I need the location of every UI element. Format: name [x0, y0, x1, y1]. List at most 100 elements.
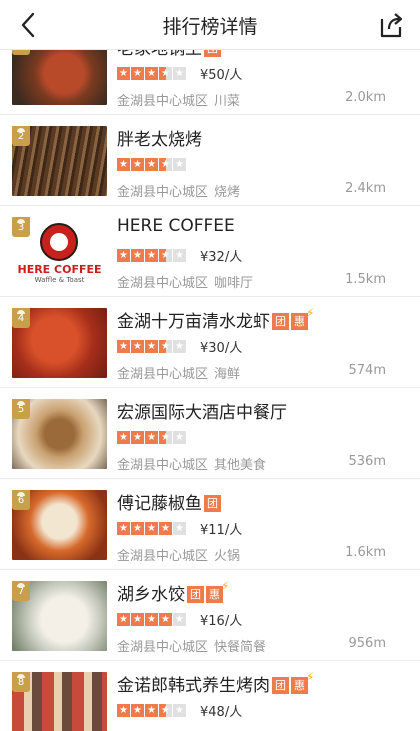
star-icon: ★ — [145, 158, 158, 171]
rank-medal-badge: 7 — [12, 581, 30, 601]
restaurant-name-text: 傅记藤椒鱼 — [117, 494, 202, 514]
category-text: 其他美食 — [214, 458, 267, 473]
group-deal-badge: 团 — [187, 586, 204, 603]
area-text: 金湖县中心城区 — [117, 367, 209, 382]
restaurant-name-text: 宏源国际大酒店中餐厅 — [117, 403, 287, 423]
star-icon: ★ — [117, 704, 130, 717]
rank-medal-badge: 5 — [12, 399, 30, 419]
restaurant-list-item[interactable]: 5 宏源国际大酒店中餐厅 ★ ★ ★ ★ ★ 金湖县中心城区 其他美食 536m — [0, 388, 420, 479]
location-category: 金湖县中心城区 川菜 — [117, 90, 240, 109]
star-icon: ★ — [145, 522, 158, 535]
restaurant-list-item[interactable]: 7 湖乡水饺团惠⚡ ★ ★ ★ ★ ★ ¥16/人金湖县中心城区 快餐简餐 956m — [0, 570, 420, 661]
restaurant-photo: 6 — [12, 490, 107, 560]
distance-text: 574m — [348, 363, 386, 378]
rank-medal-badge: 8 — [12, 672, 30, 692]
star-icon: ★ — [131, 613, 144, 626]
restaurant-name-text: 胖老太烧烤 — [117, 130, 202, 150]
star-icon: ★ — [117, 67, 130, 80]
logo-text: HERE COFFEE — [17, 263, 102, 276]
star-icon: ★ — [145, 704, 158, 717]
area-text: 金湖县中心城区 — [117, 458, 209, 473]
restaurant-list-item[interactable]: 2 胖老太烧烤 ★ ★ ★ ★ ★ 金湖县中心城区 烧烤 2.4km — [0, 115, 420, 206]
location-category: 金湖县中心城区 海鲜 — [117, 363, 240, 382]
rank-medal-badge: 3 — [12, 217, 30, 237]
restaurant-list-item[interactable]: 6 傅记藤椒鱼团 ★ ★ ★ ★ ★ ¥11/人金湖县中心城区 火锅 1.6km — [0, 479, 420, 570]
rank-medal-badge: 2 — [12, 126, 30, 146]
page-title: 排行榜详情 — [162, 16, 258, 38]
location-category: 金湖县中心城区 烧烤 — [117, 181, 240, 200]
star-icon: ★ — [159, 704, 172, 717]
restaurant-photo: 5 — [12, 399, 107, 469]
star-icon: ★ — [117, 158, 130, 171]
top-bar: 排行榜详情 — [0, 0, 420, 50]
ranking-list[interactable]: 老家地锅王团★★★★★¥50/人金湖县中心城区川菜2.0km2胖老太烧烤★★★★… — [0, 50, 420, 731]
star-icon: ★ — [173, 249, 186, 262]
restaurant-name: 宏源国际大酒店中餐厅 — [117, 398, 287, 423]
star-icon: ★ — [159, 340, 172, 353]
restaurant-photo: 7 — [12, 581, 107, 651]
category-text: 海鲜 — [214, 367, 241, 382]
star-icon: ★ — [159, 67, 172, 80]
category-text: 火锅 — [214, 549, 241, 564]
category-text: 快餐简餐 — [214, 640, 267, 655]
star-icon: ★ — [117, 340, 130, 353]
star-icon: ★ — [173, 158, 186, 171]
photo-image — [12, 50, 107, 105]
distance-text: 1.6km — [345, 545, 386, 560]
price-per-person: ¥16/人 — [200, 614, 243, 629]
restaurant-name: 老家地锅王团 — [117, 50, 221, 59]
distance-text: 2.4km — [345, 181, 386, 196]
star-icon: ★ — [117, 431, 130, 444]
group-deal-badge: 团 — [204, 50, 221, 57]
restaurant-name-text: 湖乡水饺 — [117, 585, 185, 605]
location-category: 金湖县中心城区 咖啡厅 — [117, 272, 253, 291]
star-icon: ★ — [117, 249, 130, 262]
restaurant-photo — [12, 50, 107, 105]
restaurant-name: 金诺郎韩式养生烤肉团惠⚡ — [117, 671, 314, 696]
star-icon: ★ — [131, 158, 144, 171]
star-rating: ★ ★ ★ ★ ★ — [117, 613, 187, 627]
star-icon: ★ — [131, 249, 144, 262]
restaurant-name: 湖乡水饺团惠⚡ — [117, 580, 229, 605]
restaurant-name-text: 金诺郎韩式养生烤肉 — [117, 676, 270, 696]
lightning-icon: ⚡ — [221, 579, 230, 593]
restaurant-name: 傅记藤椒鱼团 — [117, 489, 221, 514]
restaurant-name: HERE COFFEE — [117, 216, 235, 236]
rank-medal-badge: 6 — [12, 490, 30, 510]
star-icon: ★ — [131, 340, 144, 353]
star-rating: ★ ★ ★ ★ ★ — [117, 522, 187, 536]
star-rating: ★ ★ ★ ★ ★ — [117, 704, 187, 718]
restaurant-list-item[interactable]: 老家地锅王团★★★★★¥50/人金湖县中心城区川菜2.0km — [0, 50, 420, 115]
star-rating: ★ ★ ★ ★ ★ — [117, 158, 187, 172]
star-rating: ★ ★ ★ ★ ★ — [117, 67, 187, 81]
restaurant-photo: 4 — [12, 308, 107, 378]
distance-text: 956m — [348, 636, 386, 651]
logo-subtext: Waffle & Toast — [34, 276, 85, 284]
price-per-person: ¥32/人 — [200, 250, 243, 265]
restaurant-name-text: HERE COFFEE — [117, 216, 235, 236]
restaurant-name: 胖老太烧烤 — [117, 125, 202, 150]
share-icon[interactable] — [376, 10, 406, 40]
distance-text: 536m — [348, 454, 386, 469]
lightning-icon: ⚡ — [306, 306, 315, 320]
star-icon: ★ — [159, 431, 172, 444]
restaurant-photo: HERE COFFEE Waffle & Toast 3 — [12, 217, 107, 287]
star-icon: ★ — [117, 613, 130, 626]
star-icon: ★ — [159, 613, 172, 626]
restaurant-name-text: 金湖十万亩清水龙虾 — [117, 312, 270, 332]
area-text: 金湖县中心城区 — [117, 549, 209, 564]
area-text: 金湖县中心城区 — [117, 640, 209, 655]
restaurant-list-item[interactable]: 4 金湖十万亩清水龙虾团惠⚡ ★ ★ ★ ★ ★ ¥30/人 金湖县中心城区 海鲜 574m — [0, 297, 420, 388]
star-icon: ★ — [173, 704, 186, 717]
rank-medal-badge — [12, 50, 30, 55]
location-category: 金湖县中心城区 火锅 — [117, 545, 240, 564]
distance-text: 2.0km — [345, 90, 386, 105]
group-deal-badge: 团 — [204, 495, 221, 512]
price-per-person: ¥11/人 — [200, 523, 243, 538]
star-rating: ★ ★ ★ ★ ★ — [117, 340, 187, 354]
star-rating: ★ ★ ★ ★ ★ — [117, 249, 187, 263]
restaurant-list-item[interactable]: 8 金诺郎韩式养生烤肉团惠⚡ ★ ★ ★ ★ ★ ¥48/人 — [0, 661, 420, 731]
restaurant-list-item[interactable]: HERE COFFEE Waffle & Toast 3 HERE COFFEE ★ ★ ★… — [0, 206, 420, 297]
price-per-person: ¥30/人 — [200, 341, 243, 356]
star-icon: ★ — [145, 431, 158, 444]
